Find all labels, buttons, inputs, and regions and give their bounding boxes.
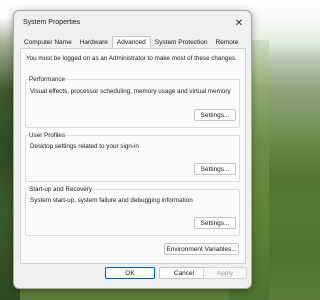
performance-title: Performance [28,76,67,83]
performance-description: Visual effects, processor scheduling, me… [30,88,231,95]
title-bar[interactable]: System Properties ✕ [14,11,251,37]
startup-recovery-group: Start-up and Recovery System start-up, s… [25,186,240,236]
environment-variables-button[interactable]: Environment Variables... [164,243,239,255]
performance-group: Performance Visual effects, processor sc… [25,76,240,128]
user-profiles-settings-button[interactable]: Settings... [194,163,236,175]
system-properties-window: System Properties ✕ Computer Name Hardwa… [13,10,252,289]
startup-recovery-description: System start-up, system failure and debu… [30,197,193,204]
advanced-tab-panel: You must be logged on as an Administrato… [20,48,246,264]
close-icon[interactable]: ✕ [232,16,246,30]
startup-recovery-settings-button[interactable]: Settings... [194,217,236,229]
user-profiles-group: User Profiles Desktop settings related t… [25,132,240,182]
ok-button[interactable]: OK [105,267,155,279]
cancel-button[interactable]: Cancel [159,267,209,279]
user-profiles-description: Desktop settings related to your sign-in [30,143,139,150]
startup-recovery-title: Start-up and Recovery [28,186,93,193]
user-profiles-title: User Profiles [28,132,67,139]
window-title: System Properties [23,19,81,26]
apply-button[interactable]: Apply [203,267,247,279]
admin-notice: You must be logged on as an Administrato… [26,55,237,62]
performance-settings-button[interactable]: Settings... [194,109,236,121]
